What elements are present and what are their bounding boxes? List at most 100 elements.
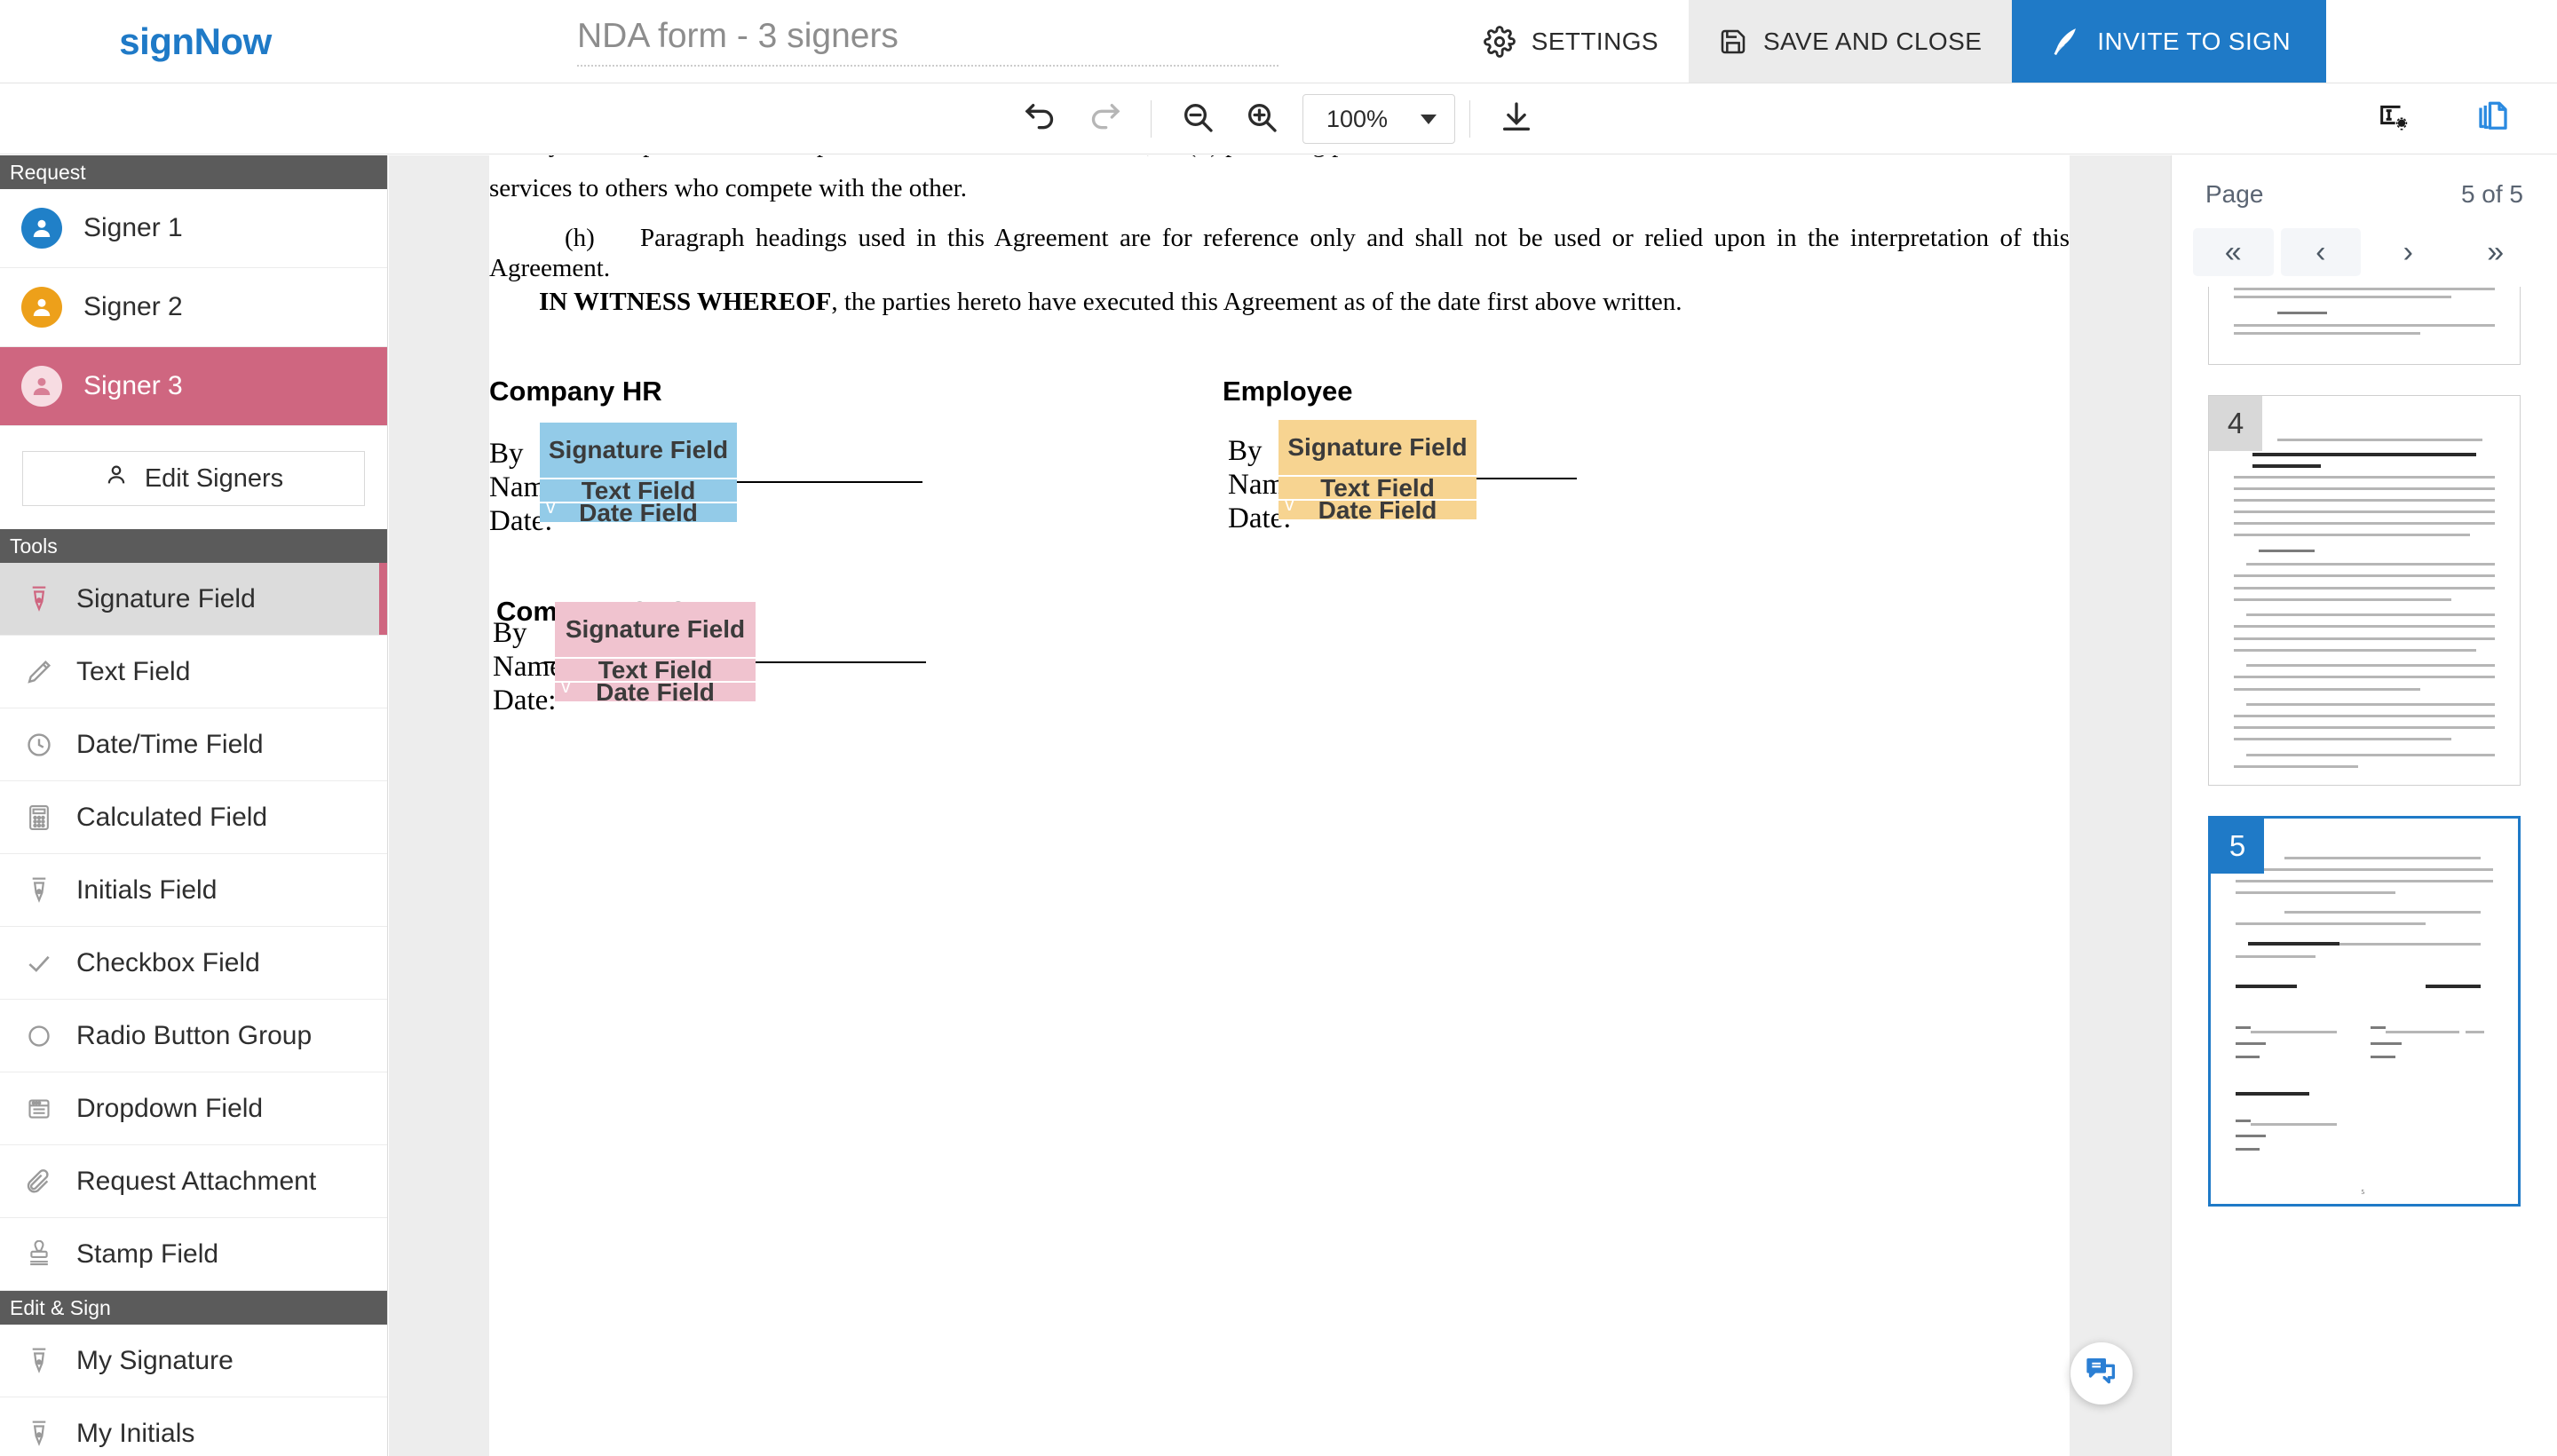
thumbnail-page-number: 5 <box>2211 819 2264 874</box>
thumbnail-page-3[interactable] <box>2208 287 2521 365</box>
undo-button[interactable] <box>1009 91 1073 147</box>
zoom-level-value: 100% <box>1326 105 1389 132</box>
field-group-employee[interactable]: Signature Field Text Field Date Field v <box>1278 420 1476 524</box>
pages-panel-button[interactable] <box>2461 91 2525 147</box>
document-witness-paragraph: IN WITNESS WHEREOF, the parties hereto h… <box>489 287 2070 317</box>
thumbnail-footer-number: 5 <box>2361 1188 2365 1196</box>
document-canvas[interactable]: or may be competitive with the products … <box>389 155 2171 1456</box>
quill-feather-icon <box>2047 25 2081 59</box>
download-icon <box>1499 99 1534 139</box>
first-page-button[interactable]: « <box>2193 228 2274 276</box>
page-indicator: Page 5 of 5 <box>2172 155 2557 209</box>
witness-bold-text: IN WITNESS WHEREOF <box>539 288 832 316</box>
toolbar-divider-2 <box>1469 100 1470 138</box>
date-field-ceo[interactable]: Date Field <box>555 678 756 706</box>
signature-field-hr[interactable]: Signature Field <box>540 423 737 478</box>
redo-icon <box>1087 99 1122 139</box>
sidebar-tool-text-field[interactable]: Text Field <box>0 636 387 708</box>
thumbnail-page-4[interactable]: 4 <box>2208 395 2521 786</box>
redo-button[interactable] <box>1073 91 1136 147</box>
invite-to-sign-label: INVITE TO SIGN <box>2097 27 2291 55</box>
date-field-employee[interactable]: Date Field <box>1278 496 1476 524</box>
sidebar-signer-1[interactable]: Signer 1 <box>0 189 387 268</box>
sidebar-signer-3[interactable]: Signer 3 <box>0 347 387 426</box>
pages-copy-icon <box>2474 99 2512 140</box>
avatar <box>21 208 62 249</box>
zoom-level-select[interactable]: 100% <box>1302 94 1455 144</box>
sidebar-tool-initials-field-label: Initials Field <box>76 874 218 905</box>
sidebar-tool-date-time-field[interactable]: Date/Time Field <box>0 708 387 781</box>
undo-icon <box>1023 99 1058 139</box>
settings-button[interactable]: SETTINGS <box>1453 0 1689 83</box>
document-title-container: NDA form - 3 signers <box>391 0 1278 83</box>
download-button[interactable] <box>1484 91 1548 147</box>
circle-icon <box>21 1023 57 1049</box>
pen-nib-icon <box>21 584 57 614</box>
toolbar-right-group <box>2362 83 2525 154</box>
thumbnail-preview: 5 <box>2211 819 2518 1204</box>
sidebar-tool-signature-field[interactable]: Signature Field <box>0 563 387 636</box>
previous-page-button[interactable]: ‹ <box>2280 228 2361 276</box>
zoom-in-button[interactable] <box>1230 91 1294 147</box>
edit-signers-container: Edit Signers <box>0 426 387 529</box>
chat-bubble-icon <box>2084 1354 2119 1394</box>
save-and-close-button[interactable]: SAVE AND CLOSE <box>1688 0 2013 83</box>
header-tail <box>2326 0 2557 83</box>
edit-signers-button[interactable]: Edit Signers <box>22 451 365 506</box>
app-header: sign Now NDA form - 3 signers SETTINGS S… <box>0 0 2557 83</box>
avatar <box>21 366 62 407</box>
gear-icon <box>1483 25 1516 58</box>
comments-button[interactable] <box>2070 1342 2133 1405</box>
chevron-down-icon: v <box>546 497 556 518</box>
witness-rest-text: , the parties hereto have executed this … <box>831 288 1682 316</box>
logo-text-sign: sign <box>119 20 194 62</box>
thumbnail-list[interactable]: 4 5 5 <box>2172 287 2557 1456</box>
field-settings-button[interactable] <box>2362 91 2426 147</box>
thumbnail-page-5[interactable]: 5 5 <box>2208 816 2521 1207</box>
field-settings-icon <box>2376 99 2411 139</box>
pen-nib-icon <box>21 875 57 906</box>
clock-icon <box>21 731 57 759</box>
stamp-icon <box>21 1239 57 1269</box>
document-paragraph-2: Paragraph headings used in this Agreemen… <box>489 224 2070 283</box>
sidebar-tool-stamp-field-label: Stamp Field <box>76 1238 219 1269</box>
sidebar-signer-1-label: Signer 1 <box>83 213 183 242</box>
next-page-button[interactable]: › <box>2368 228 2449 276</box>
document-content: or may be competitive with the products … <box>489 155 2070 1456</box>
sidebar-tool-checkbox-field[interactable]: Checkbox Field <box>0 927 387 1000</box>
logo-text-now: Now <box>194 20 273 62</box>
sidebar-signer-3-label: Signer 3 <box>83 371 183 400</box>
sidebar-item-my-initials[interactable]: My Initials <box>0 1397 387 1456</box>
document-title-input[interactable]: NDA form - 3 signers <box>577 17 1278 67</box>
clipped-paragraph: or may be competitive with the products … <box>489 155 2070 159</box>
signnow-logo[interactable]: sign Now <box>0 0 391 83</box>
last-page-button[interactable]: » <box>2456 228 2537 276</box>
toolbar-divider <box>1151 100 1152 138</box>
date-field-hr[interactable]: Date Field <box>540 499 737 526</box>
sidebar-tool-request-attachment-label: Request Attachment <box>76 1166 317 1196</box>
chevron-down-icon <box>1421 114 1437 124</box>
sidebar-tool-request-attachment[interactable]: Request Attachment <box>0 1145 387 1218</box>
document-page-5[interactable]: or may be competitive with the products … <box>489 155 2070 1456</box>
sidebar-tool-calculated-field[interactable]: Calculated Field <box>0 781 387 854</box>
field-group-company-ceo[interactable]: Signature Field Text Field Date Field v <box>555 602 756 706</box>
sidebar-tool-stamp-field[interactable]: Stamp Field <box>0 1218 387 1291</box>
zoom-in-icon <box>1244 99 1279 139</box>
field-group-company-hr[interactable]: Signature Field Text Field Date Field v <box>540 423 737 526</box>
signature-field-ceo[interactable]: Signature Field <box>555 602 756 657</box>
sidebar-item-my-signature[interactable]: My Signature <box>0 1325 387 1397</box>
signature-field-employee[interactable]: Signature Field <box>1278 420 1476 475</box>
sidebar-tool-checkbox-field-label: Checkbox Field <box>76 947 260 977</box>
invite-to-sign-button[interactable]: INVITE TO SIGN <box>2012 0 2326 83</box>
pen-nib-icon <box>21 1346 57 1376</box>
check-icon <box>21 949 57 977</box>
sidebar-item-my-initials-label: My Initials <box>76 1418 195 1448</box>
sidebar-tool-dropdown-field[interactable]: Dropdown Field <box>0 1072 387 1145</box>
sidebar-tool-radio-button-group[interactable]: Radio Button Group <box>0 1000 387 1072</box>
zoom-out-button[interactable] <box>1166 91 1230 147</box>
sidebar-tool-initials-field[interactable]: Initials Field <box>0 854 387 927</box>
dropdown-icon <box>21 1096 57 1122</box>
tools-section-header: Tools <box>0 529 387 563</box>
thumbnail-preview <box>2209 287 2520 364</box>
sidebar-signer-2[interactable]: Signer 2 <box>0 268 387 347</box>
